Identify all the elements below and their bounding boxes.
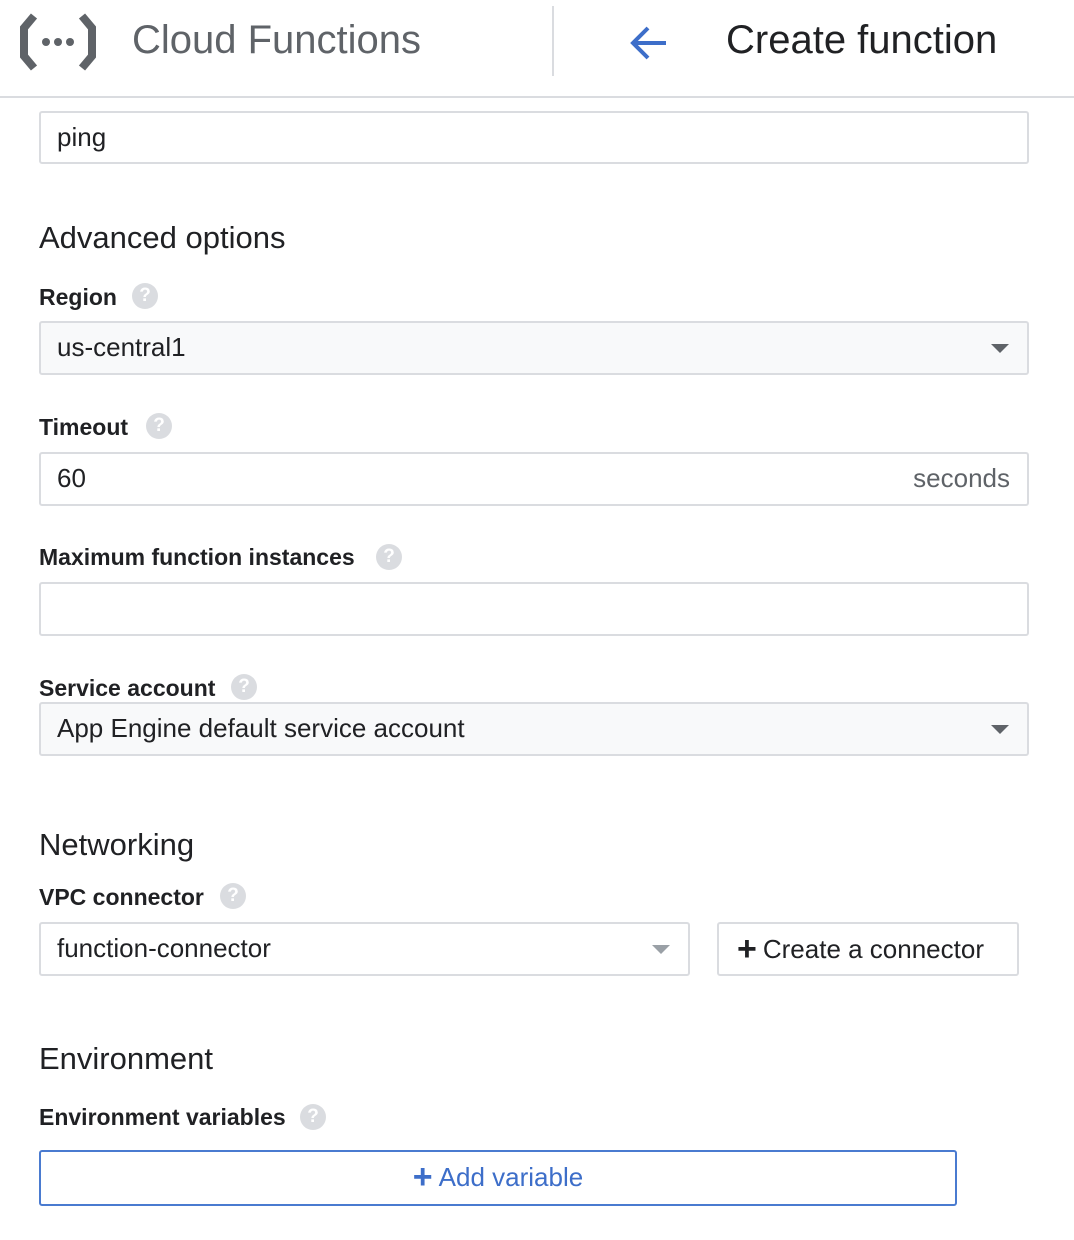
max-instances-field[interactable] [39, 582, 1029, 636]
app-title: Cloud Functions [132, 18, 422, 62]
service-account-value: App Engine default service account [57, 713, 465, 743]
add-variable-button[interactable]: + Add variable [39, 1150, 957, 1206]
dropdown-arrow-icon [991, 344, 1009, 353]
networking-heading: Networking [39, 827, 195, 862]
dropdown-arrow-icon [991, 725, 1009, 734]
dropdown-arrow-icon [652, 945, 670, 954]
timeout-help-icon[interactable]: ? [146, 413, 172, 439]
service-account-help-icon[interactable]: ? [231, 674, 257, 700]
add-variable-label: Add variable [438, 1162, 584, 1192]
region-value: us-central1 [57, 332, 186, 362]
entry-point-field[interactable] [39, 111, 1029, 164]
vpc-connector-value: function-connector [57, 933, 271, 963]
max-instances-help-icon[interactable]: ? [376, 544, 402, 570]
environment-heading: Environment [39, 1041, 214, 1076]
cloud-functions-icon [20, 13, 96, 71]
region-help-icon[interactable]: ? [132, 283, 158, 309]
entry-point-input[interactable] [57, 114, 833, 161]
region-select[interactable]: us-central1 [39, 321, 1029, 375]
advanced-options-heading: Advanced options [39, 220, 286, 255]
create-connector-button[interactable]: + Create a connector [717, 922, 1019, 976]
top-bar: Cloud Functions Create function [0, 0, 1074, 98]
plus-icon: + [412, 1158, 433, 1196]
service-account-select[interactable]: App Engine default service account [39, 702, 1029, 756]
timeout-field[interactable]: seconds [39, 452, 1029, 506]
max-instances-label: Maximum function instances [39, 544, 355, 570]
environment-variables-help-icon[interactable]: ? [300, 1104, 326, 1130]
vpc-connector-help-icon[interactable]: ? [220, 883, 246, 909]
timeout-unit: seconds [913, 463, 1010, 493]
plus-icon: + [737, 930, 757, 968]
environment-variables-label: Environment variables [39, 1104, 286, 1130]
vpc-connector-select[interactable]: function-connector [39, 922, 690, 976]
create-connector-label: Create a connector [762, 934, 984, 964]
service-account-label: Service account [39, 675, 216, 701]
header-divider [552, 6, 554, 76]
timeout-label: Timeout [39, 414, 129, 440]
page-title: Create function [726, 18, 998, 62]
arrow-back-icon[interactable] [626, 22, 672, 64]
vpc-connector-label: VPC connector [39, 884, 204, 910]
max-instances-input[interactable] [57, 585, 833, 632]
timeout-input[interactable] [57, 455, 833, 502]
region-label: Region [39, 284, 117, 310]
